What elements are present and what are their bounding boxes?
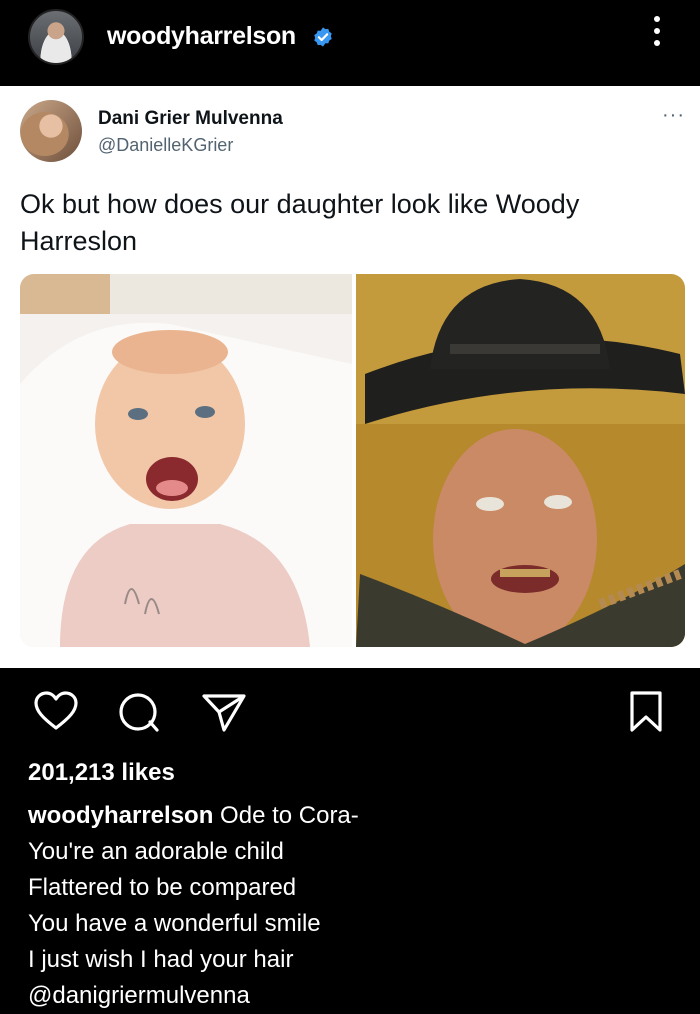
profile-avatar[interactable] [28,9,84,65]
caption-line: You're an adorable child [28,838,284,865]
baby-photo [20,274,352,647]
tweet-more-icon: ··· [662,104,685,126]
more-options-icon[interactable] [650,16,664,56]
tweet-photos [20,274,685,647]
likes-count[interactable]: 201,213 likes [28,759,175,787]
caption-line: Ode to Cora- [220,802,359,829]
comment-icon[interactable] [116,690,162,734]
tweet-author-name: Dani Grier Mulvenna [98,108,283,129]
cowboy-photo [356,274,685,647]
bookmark-icon[interactable] [626,690,666,734]
share-icon[interactable] [200,690,248,734]
heart-icon[interactable] [33,690,79,732]
caption-line: You have a wonderful smile [28,910,321,937]
tweet-card: Dani Grier Mulvenna @DanielleKGrier ··· … [0,86,700,668]
post-caption: woodyharrelson Ode to Cora- You're an ad… [28,798,668,1014]
tweet-author-handle: @DanielleKGrier [98,135,234,155]
header-username[interactable]: woodyharrelson [107,22,296,51]
action-bar [0,690,700,740]
post-header: woodyharrelson [0,0,700,84]
tweet-text: Ok but how does our daughter look like W… [20,189,580,256]
caption-mention-link[interactable]: @danigriermulvenna [28,978,668,1014]
caption-line: I just wish I had your hair [28,946,294,973]
tweet-avatar [20,100,82,162]
caption-username[interactable]: woodyharrelson [28,802,213,829]
caption-line: Flattered to be compared [28,874,297,901]
verified-badge-icon [314,27,332,47]
